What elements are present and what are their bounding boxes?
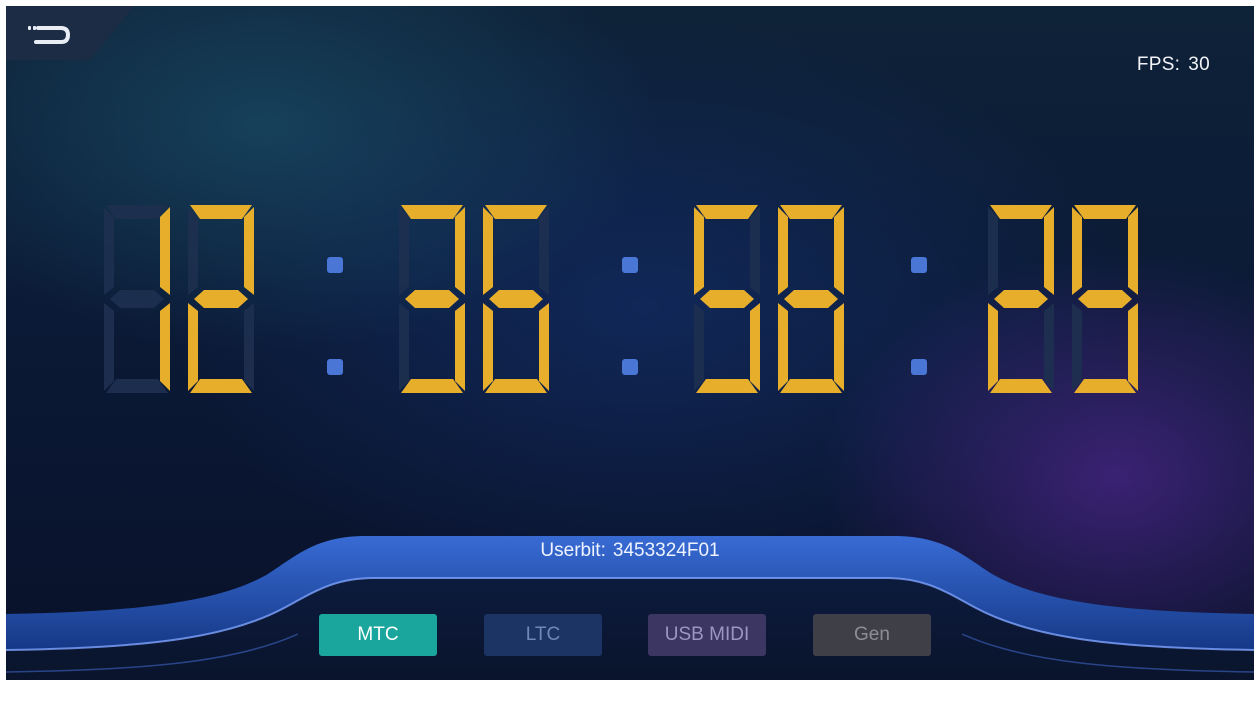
segment-c-off bbox=[1044, 303, 1054, 391]
segment-e-off bbox=[1072, 303, 1082, 391]
segment-d-on bbox=[190, 379, 252, 393]
mode-button-gen[interactable]: Gen bbox=[813, 614, 931, 656]
digit-hours-units bbox=[188, 205, 254, 393]
digit-hours-tens bbox=[104, 205, 170, 393]
fps-readout: FPS: 30 bbox=[1137, 54, 1210, 76]
segment-d-off bbox=[106, 379, 168, 393]
userbit-label: Userbit: bbox=[540, 540, 606, 561]
segment-c-on bbox=[834, 303, 844, 391]
segment-d-on bbox=[1074, 379, 1136, 393]
colon-3 bbox=[911, 257, 927, 375]
segment-g-on bbox=[405, 290, 459, 308]
segment-c-on bbox=[455, 303, 465, 391]
userbit-readout: Userbit: 3453324F01 bbox=[6, 540, 1254, 562]
segment-f-off bbox=[399, 207, 409, 295]
segment-b-on bbox=[455, 207, 465, 295]
segment-e-on bbox=[778, 303, 788, 391]
mode-button-usb-midi[interactable]: USB MIDI bbox=[648, 614, 766, 656]
segment-e-off bbox=[694, 303, 704, 391]
mode-button-ltc[interactable]: LTC bbox=[484, 614, 602, 656]
segment-f-off bbox=[188, 207, 198, 295]
segment-c-on bbox=[1128, 303, 1138, 391]
colon-dot-bottom bbox=[327, 359, 343, 375]
digit-frames-tens bbox=[988, 205, 1054, 393]
colon-1 bbox=[327, 257, 343, 375]
userbit-value: 3453324F01 bbox=[612, 540, 720, 561]
fps-value: 30 bbox=[1188, 54, 1210, 75]
segment-f-on bbox=[1072, 207, 1082, 295]
segment-g-on bbox=[489, 290, 543, 308]
segment-b-on bbox=[160, 207, 170, 295]
colon-dot-top bbox=[911, 257, 927, 273]
digit-frames-units bbox=[1072, 205, 1138, 393]
segment-d-on bbox=[696, 379, 758, 393]
segment-f-on bbox=[694, 207, 704, 295]
colon-2 bbox=[622, 257, 638, 375]
timecode-screen: FPS: 30 Userbit: 3453324F01 MTC LTC USB … bbox=[6, 6, 1254, 680]
segment-e-on bbox=[483, 303, 493, 391]
segment-f-off bbox=[988, 207, 998, 295]
segment-b-on bbox=[1128, 207, 1138, 295]
segment-g-off bbox=[110, 290, 164, 308]
segment-d-on bbox=[401, 379, 463, 393]
fps-label: FPS: bbox=[1136, 54, 1181, 75]
segment-a-on bbox=[1074, 205, 1136, 219]
colon-dot-bottom bbox=[622, 359, 638, 375]
timecode-display bbox=[104, 205, 1138, 393]
segment-e-on bbox=[988, 303, 998, 391]
segment-g-on bbox=[784, 290, 838, 308]
segment-d-on bbox=[780, 379, 842, 393]
segment-f-off bbox=[104, 207, 114, 295]
mode-button-mtc[interactable]: MTC bbox=[319, 614, 437, 656]
segment-a-on bbox=[990, 205, 1052, 219]
colon-dot-bottom bbox=[911, 359, 927, 375]
segment-c-on bbox=[160, 303, 170, 391]
segment-b-on bbox=[1044, 207, 1054, 295]
digit-minutes-units bbox=[483, 205, 549, 393]
segment-b-off bbox=[539, 207, 549, 295]
segment-g-on bbox=[194, 290, 248, 308]
segment-a-on bbox=[401, 205, 463, 219]
segment-g-on bbox=[700, 290, 754, 308]
segment-b-on bbox=[834, 207, 844, 295]
segment-a-on bbox=[485, 205, 547, 219]
segment-g-on bbox=[1078, 290, 1132, 308]
segment-a-on bbox=[696, 205, 758, 219]
segment-b-on bbox=[244, 207, 254, 295]
back-button[interactable] bbox=[6, 6, 134, 60]
segment-d-on bbox=[485, 379, 547, 393]
segment-a-off bbox=[106, 205, 168, 219]
segment-d-on bbox=[990, 379, 1052, 393]
segment-e-off bbox=[104, 303, 114, 391]
segment-a-on bbox=[190, 205, 252, 219]
segment-e-on bbox=[188, 303, 198, 391]
segment-e-off bbox=[399, 303, 409, 391]
segment-c-off bbox=[244, 303, 254, 391]
segment-c-on bbox=[539, 303, 549, 391]
colon-dot-top bbox=[327, 257, 343, 273]
digit-minutes-tens bbox=[399, 205, 465, 393]
segment-g-on bbox=[994, 290, 1048, 308]
digit-seconds-units bbox=[778, 205, 844, 393]
segment-b-off bbox=[750, 207, 760, 295]
segment-c-on bbox=[750, 303, 760, 391]
digit-seconds-tens bbox=[694, 205, 760, 393]
segment-f-on bbox=[778, 207, 788, 295]
segment-a-on bbox=[780, 205, 842, 219]
colon-dot-top bbox=[622, 257, 638, 273]
segment-f-on bbox=[483, 207, 493, 295]
